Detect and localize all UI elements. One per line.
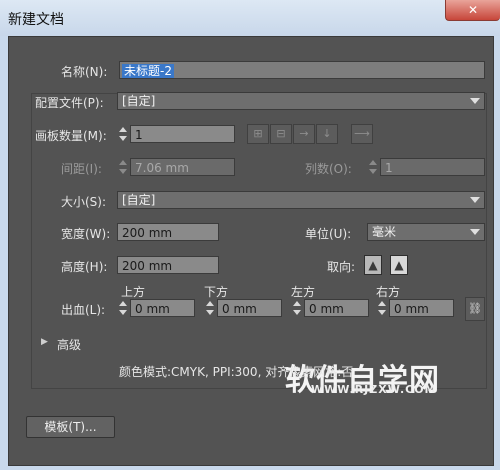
spin-up-icon: [206, 301, 214, 306]
spin-down-icon: [293, 310, 301, 315]
portrait-icon: ▲: [368, 258, 378, 272]
profile-select[interactable]: [自定]: [117, 92, 485, 110]
columns-input[interactable]: 1: [380, 158, 485, 176]
name-input[interactable]: 未标题-2: [119, 61, 485, 79]
bleed-label: 出血(L):: [61, 303, 106, 317]
chevron-down-icon: [470, 98, 480, 104]
height-label: 高度(H):: [61, 260, 108, 274]
chain-link-icon: ⛓: [468, 302, 482, 315]
portrait-orientation-button[interactable]: ▲: [364, 255, 382, 275]
columns-stepper[interactable]: [367, 158, 379, 176]
chevron-down-icon: [470, 197, 480, 203]
templates-button[interactable]: 模板(T)...: [26, 416, 115, 438]
link-bleed-button[interactable]: ⛓: [465, 297, 485, 321]
spin-down-icon: [206, 310, 214, 315]
right-to-left-icon[interactable]: ⟶: [351, 124, 373, 144]
close-icon: ✕: [467, 3, 479, 17]
bleed-left-label: 左方: [291, 285, 316, 299]
bleed-top-label: 上方: [121, 285, 146, 299]
bleed-right-stepper[interactable]: [376, 299, 388, 317]
artboard-count-stepper[interactable]: [117, 125, 129, 143]
bleed-bottom-stepper[interactable]: [204, 299, 216, 317]
spin-down-icon: [119, 169, 127, 174]
size-label: 大小(S):: [61, 195, 107, 209]
bleed-right-input[interactable]: 0 mm: [389, 299, 454, 317]
new-document-dialog: 名称(N): 未标题-2 配置文件(P): [自定] 画板数量(M): 1 ⊞ …: [8, 36, 494, 466]
window-title: 新建文档: [8, 12, 64, 28]
landscape-orientation-button[interactable]: ▲: [390, 255, 408, 275]
units-select[interactable]: 毫米: [367, 223, 485, 241]
spin-down-icon: [119, 136, 127, 141]
spacing-stepper[interactable]: [117, 158, 129, 176]
bleed-top-input[interactable]: 0 mm: [130, 299, 195, 317]
units-select-value: 毫米: [372, 225, 397, 239]
arrange-by-row-icon[interactable]: →: [293, 124, 315, 144]
name-input-value: 未标题-2: [122, 64, 174, 78]
bleed-left-input[interactable]: 0 mm: [304, 299, 369, 317]
spin-down-icon: [369, 169, 377, 174]
size-select-value: [自定]: [122, 193, 156, 207]
width-label: 宽度(W):: [61, 227, 111, 241]
chevron-down-icon: [470, 229, 480, 235]
size-select[interactable]: [自定]: [117, 191, 485, 209]
profile-label: 配置文件(P):: [35, 96, 104, 110]
spin-down-icon: [378, 310, 386, 315]
bleed-left-stepper[interactable]: [291, 299, 303, 317]
columns-label: 列数(O):: [305, 162, 352, 176]
advanced-toggle[interactable]: 高级: [57, 336, 81, 353]
artboard-count-input[interactable]: 1: [130, 125, 235, 143]
spin-down-icon: [119, 310, 127, 315]
bleed-top-stepper[interactable]: [117, 299, 129, 317]
orientation-label: 取向:: [327, 260, 356, 274]
name-label: 名称(N):: [61, 65, 108, 79]
watermark-url: WWW.RJZXW.COM: [311, 383, 437, 396]
landscape-icon: ▲: [394, 258, 404, 272]
width-input[interactable]: 200 mm: [117, 223, 219, 241]
artboard-count-label: 画板数量(M):: [35, 129, 107, 143]
grid-by-row-icon[interactable]: ⊞: [247, 124, 269, 144]
arrange-by-column-icon[interactable]: ↓: [316, 124, 338, 144]
spin-up-icon: [369, 160, 377, 165]
bleed-bottom-label: 下方: [204, 285, 229, 299]
grid-by-column-icon[interactable]: ⊟: [270, 124, 292, 144]
spin-up-icon: [119, 127, 127, 132]
spacing-input[interactable]: 7.06 mm: [130, 158, 235, 176]
height-input[interactable]: 200 mm: [117, 256, 219, 274]
expand-advanced-icon[interactable]: ▶: [41, 337, 48, 347]
units-label: 单位(U):: [305, 227, 352, 241]
window-titlebar: 新建文档 ✕: [0, 0, 500, 36]
spin-up-icon: [293, 301, 301, 306]
spin-up-icon: [119, 301, 127, 306]
bleed-right-label: 右方: [376, 285, 401, 299]
spin-up-icon: [119, 160, 127, 165]
profile-select-value: [自定]: [122, 94, 156, 108]
spin-up-icon: [378, 301, 386, 306]
close-button[interactable]: ✕: [445, 0, 500, 21]
spacing-label: 间距(I):: [61, 162, 102, 176]
advanced-summary: 颜色模式:CMYK, PPI:300, 对齐像素网格:否: [119, 365, 354, 379]
bleed-bottom-input[interactable]: 0 mm: [217, 299, 282, 317]
